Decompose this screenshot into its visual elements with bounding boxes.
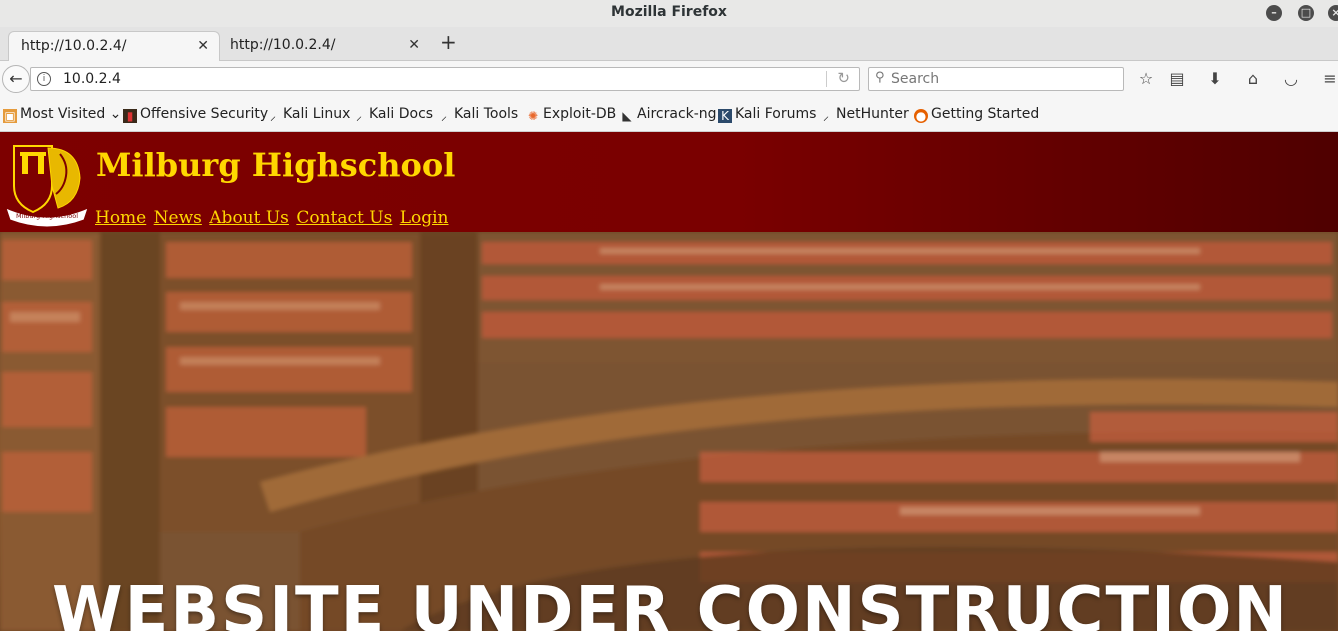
kali-icon: ⸝ <box>822 109 829 123</box>
hero-banner: WEBSITE UNDER CONSTRUCTION <box>0 232 1338 631</box>
bookmark-label: Kali Linux <box>283 106 351 122</box>
kali-icon: ⸝ <box>355 109 362 123</box>
bookmark-nethunter[interactable]: ⸝ NetHunter <box>819 106 909 123</box>
back-icon[interactable]: ← <box>2 65 30 93</box>
reload-icon[interactable]: ↻ <box>837 69 850 87</box>
logo-text: Milburg Highschool <box>16 212 78 220</box>
url-bar[interactable]: i 10.0.2.4 ↻ <box>30 67 860 91</box>
bookmark-kali-forums[interactable]: K Kali Forums <box>718 106 816 123</box>
search-input[interactable] <box>891 70 1111 88</box>
close-tab-icon[interactable]: ✕ <box>197 38 209 54</box>
close-window-icon[interactable]: × <box>1328 5 1338 21</box>
kali-icon: ⸝ <box>440 109 447 123</box>
download-icon[interactable]: ⬇ <box>1205 69 1225 89</box>
bookmark-label: Kali Docs <box>369 106 434 122</box>
bookmark-label: NetHunter <box>836 106 909 122</box>
kali-icon: ⸝ <box>269 109 276 123</box>
exploitdb-icon: ✺ <box>527 109 539 123</box>
minimize-icon[interactable]: – <box>1266 5 1282 21</box>
offsec-icon: ▮ <box>123 109 137 123</box>
nav-link-login[interactable]: Login <box>400 208 449 228</box>
library-background-image <box>0 232 1338 631</box>
web-page: Milburg Highschool Milburg Highschool Ho… <box>0 132 1338 631</box>
forums-icon: K <box>718 109 732 123</box>
info-icon[interactable]: i <box>37 72 51 86</box>
nav-link-news[interactable]: News <box>154 208 202 228</box>
nav-link-home[interactable]: Home <box>95 208 146 228</box>
home-icon[interactable]: ⌂ <box>1243 69 1263 89</box>
firefox-icon: ● <box>914 109 928 123</box>
bookmark-label: Most Visited <box>20 106 106 122</box>
bookmark-star-icon[interactable]: ☆ <box>1136 69 1156 89</box>
tab-1[interactable]: http://10.0.2.4/ ✕ <box>8 31 220 61</box>
nav-link-contact-us[interactable]: Contact Us <box>296 208 392 228</box>
nav-link-about-us[interactable]: About Us <box>209 208 289 228</box>
bookmark-exploit-db[interactable]: ✺ Exploit-DB <box>526 106 616 123</box>
bookmark-label: Getting Started <box>931 106 1040 122</box>
bookmark-offensive-security[interactable]: ▮ Offensive Security <box>123 106 268 123</box>
school-logo: Milburg Highschool <box>5 145 89 228</box>
hero-heading: WEBSITE UNDER CONSTRUCTION <box>52 574 1289 631</box>
window-title: Mozilla Firefox <box>611 4 727 20</box>
bookmark-kali-docs[interactable]: ⸝ Kali Docs <box>352 106 433 123</box>
bookmark-getting-started[interactable]: ● Getting Started <box>914 106 1039 123</box>
tab-label: http://10.0.2.4/ <box>230 37 336 53</box>
window-titlebar: Mozilla Firefox – □ × <box>0 0 1338 27</box>
tab-2[interactable]: http://10.0.2.4/ ✕ <box>218 31 430 61</box>
bookmark-kali-tools[interactable]: ⸝ Kali Tools <box>437 106 518 123</box>
search-bar[interactable]: ⚲ <box>868 67 1124 91</box>
bookmark-label: Exploit-DB <box>543 106 617 122</box>
reader-list-icon[interactable]: ▤ <box>1167 69 1187 89</box>
tab-strip: http://10.0.2.4/ ✕ http://10.0.2.4/ ✕ + <box>0 27 1338 61</box>
bookmark-label: Kali Tools <box>454 106 519 122</box>
bookmark-label: Aircrack-ng <box>637 106 717 122</box>
tab-label: http://10.0.2.4/ <box>21 38 127 54</box>
url-separator <box>826 71 827 87</box>
search-icon: ⚲ <box>875 70 885 85</box>
site-header: Milburg Highschool Milburg Highschool Ho… <box>0 132 1338 232</box>
site-nav: Home News About Us Contact Us Login <box>95 208 451 228</box>
site-title: Milburg Highschool <box>96 146 456 184</box>
bookmark-most-visited[interactable]: ▣ Most Visited ⌄ <box>3 106 121 123</box>
menu-icon[interactable]: ≡ <box>1320 69 1338 89</box>
bookmark-aircrack-ng[interactable]: ◣ Aircrack-ng <box>620 106 717 123</box>
aircrack-icon: ◣ <box>622 109 632 123</box>
bookmark-kali-linux[interactable]: ⸝ Kali Linux <box>266 106 350 123</box>
chevron-down-icon: ⌄ <box>105 106 122 122</box>
navigation-toolbar: ← i 10.0.2.4 ↻ ⚲ ☆ ▤ ⬇ ⌂ ◡ ≡ <box>0 61 1338 97</box>
url-text[interactable]: 10.0.2.4 <box>63 71 121 87</box>
folder-icon: ▣ <box>3 109 17 123</box>
pocket-icon[interactable]: ◡ <box>1281 69 1301 89</box>
bookmark-label: Kali Forums <box>735 106 817 122</box>
new-tab-icon[interactable]: + <box>440 30 457 54</box>
bookmark-label: Offensive Security <box>140 106 269 122</box>
maximize-icon[interactable]: □ <box>1298 5 1314 21</box>
close-tab-icon[interactable]: ✕ <box>408 37 420 53</box>
bookmarks-toolbar: ▣ Most Visited ⌄ ▮ Offensive Security ⸝ Kal… <box>0 97 1338 132</box>
